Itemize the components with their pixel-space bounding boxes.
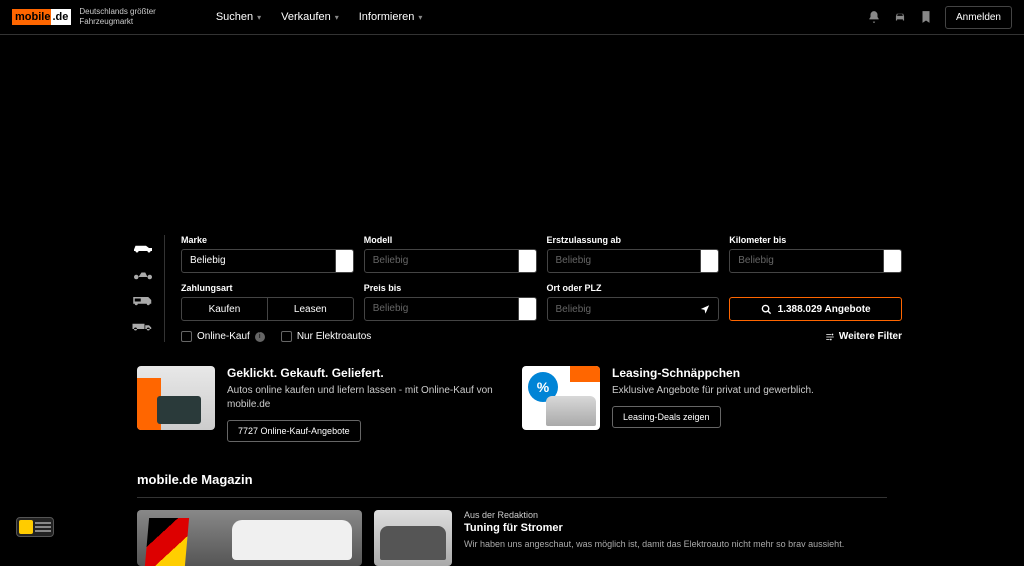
search-form: Marke Beliebig Modell Beliebig Erstzulas… [165, 235, 902, 342]
location-arrow-icon [700, 304, 710, 314]
divider [137, 497, 887, 498]
sliders-icon [825, 332, 835, 342]
car-park-icon[interactable] [893, 10, 907, 24]
first-reg-label: Erstzulassung ab [547, 235, 720, 245]
payment-label: Zahlungsart [181, 283, 354, 293]
model-dropdown-button[interactable] [519, 249, 537, 273]
location-label: Ort oder PLZ [547, 283, 720, 293]
nav-inform[interactable]: Informieren▾ [359, 11, 423, 23]
more-filters-link[interactable]: Weitere Filter [825, 331, 902, 342]
brand-select[interactable]: Beliebig [181, 249, 336, 273]
tab-camper[interactable] [122, 287, 164, 313]
promo-leasing: % Leasing-Schnäppchen Exklusive Angebote… [522, 366, 887, 442]
nav-search[interactable]: Suchen▾ [216, 11, 261, 23]
nav-sell[interactable]: Verkaufen▾ [281, 11, 339, 23]
promo-text: Autos online kaufen und liefern lassen -… [227, 384, 502, 412]
login-button[interactable]: Anmelden [945, 6, 1012, 29]
percent-badge-icon: % [528, 372, 558, 402]
magazin-headline[interactable]: Tuning für Stromer [464, 522, 844, 534]
hero-area [0, 35, 1024, 235]
magazin-article-image[interactable] [374, 510, 452, 566]
price-label: Preis bis [364, 283, 537, 293]
price-select[interactable]: Beliebig [364, 297, 519, 321]
tagline: Deutschlands größter Fahrzeugmarkt [79, 7, 155, 26]
promo-text: Exklusive Angebote für privat und gewerb… [612, 384, 887, 398]
electro-checkbox[interactable]: Nur Elektroautos [281, 331, 371, 342]
checkbox-icon [281, 331, 292, 342]
magazin-hero-image[interactable] [137, 510, 362, 566]
magazin-text: Wir haben uns angeschaut, was möglich is… [464, 538, 844, 551]
tab-car[interactable] [122, 235, 164, 261]
magazin-kicker: Aus der Redaktion [464, 510, 844, 520]
search-icon [761, 304, 772, 315]
promo-title: Geklickt. Gekauft. Geliefert. [227, 366, 502, 380]
chevron-down-icon: ▾ [335, 13, 339, 22]
search-results-button[interactable]: 1.388.029 Angebote [729, 297, 902, 321]
logo: mobile .de [12, 9, 71, 25]
checkbox-icon [181, 331, 192, 342]
first-reg-select[interactable]: Beliebig [547, 249, 702, 273]
promo-online-purchase: Geklickt. Gekauft. Geliefert. Autos onli… [137, 366, 502, 442]
search-area: Marke Beliebig Modell Beliebig Erstzulas… [122, 235, 902, 342]
vehicle-tabs [122, 235, 165, 342]
model-label: Modell [364, 235, 537, 245]
magazin-section: mobile.de Magazin Aus der Redaktion Tuni… [137, 472, 887, 566]
km-label: Kilometer bis [729, 235, 902, 245]
tab-motorcycle[interactable] [122, 261, 164, 287]
online-purchase-checkbox[interactable]: Online-Kauf i [181, 331, 265, 342]
promo-leasing-button[interactable]: Leasing-Deals zeigen [612, 406, 721, 428]
price-dropdown-button[interactable] [519, 297, 537, 321]
chevron-down-icon: ▾ [257, 13, 261, 22]
chevron-down-icon: ▾ [418, 13, 422, 22]
lease-toggle[interactable]: Leasen [268, 297, 354, 321]
brand-dropdown-button[interactable] [336, 249, 354, 273]
logo-area[interactable]: mobile .de Deutschlands größter Fahrzeug… [12, 7, 156, 26]
promo-title: Leasing-Schnäppchen [612, 366, 887, 380]
promo-image: % [522, 366, 600, 430]
km-select[interactable]: Beliebig [729, 249, 884, 273]
logo-left: mobile [12, 9, 51, 25]
brand-label: Marke [181, 235, 354, 245]
buy-toggle[interactable]: Kaufen [181, 297, 268, 321]
tab-truck[interactable] [122, 313, 164, 339]
model-select[interactable]: Beliebig [364, 249, 519, 273]
main-nav: Suchen▾ Verkaufen▾ Informieren▾ [216, 11, 423, 23]
menu-icon [35, 522, 51, 532]
first-reg-dropdown-button[interactable] [701, 249, 719, 273]
promo-online-button[interactable]: 7727 Online-Kauf-Angebote [227, 420, 361, 442]
cookie-settings-widget[interactable] [16, 517, 54, 537]
header: mobile .de Deutschlands größter Fahrzeug… [0, 0, 1024, 35]
magazin-title: mobile.de Magazin [137, 472, 887, 487]
location-input[interactable]: Beliebig [547, 297, 720, 321]
info-icon[interactable]: i [255, 332, 265, 342]
theme-icon [19, 520, 33, 534]
logo-right: .de [51, 9, 71, 25]
promo-row: Geklickt. Gekauft. Geliefert. Autos onli… [137, 366, 887, 442]
promo-image [137, 366, 215, 430]
bell-icon[interactable] [867, 10, 881, 24]
bookmark-icon[interactable] [919, 10, 933, 24]
km-dropdown-button[interactable] [884, 249, 902, 273]
